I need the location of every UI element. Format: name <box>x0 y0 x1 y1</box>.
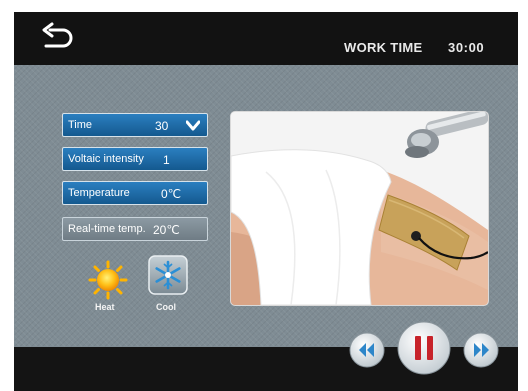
device-screen: WORK TIME 30:00 Time 30 Voltaic intensit… <box>14 12 518 391</box>
pause-icon[interactable] <box>397 321 451 375</box>
realtime-temp-field: Real-time temp. 20℃ <box>62 217 208 241</box>
realtime-temp-label: Real-time temp. <box>68 223 146 235</box>
voltaic-intensity-value: 1 <box>163 153 170 167</box>
time-label: Time <box>68 119 93 131</box>
temperature-value: 0℃ <box>161 187 182 201</box>
time-field[interactable]: Time 30 <box>62 113 208 137</box>
top-bar: WORK TIME 30:00 <box>14 12 518 65</box>
work-time-value: 30:00 <box>448 40 485 55</box>
snowflake-icon[interactable] <box>148 255 188 295</box>
sun-icon[interactable] <box>88 260 128 300</box>
fast-forward-icon[interactable] <box>463 332 499 368</box>
realtime-temp-value: 20℃ <box>153 223 180 237</box>
temperature-field[interactable]: Temperature 0℃ <box>62 181 208 205</box>
heat-label: Heat <box>95 302 115 312</box>
voltaic-intensity-field[interactable]: Voltaic intensity 1 <box>62 147 208 171</box>
time-value: 30 <box>155 119 169 133</box>
rewind-icon[interactable] <box>349 332 385 368</box>
treatment-photo <box>231 112 488 305</box>
voltaic-intensity-label: Voltaic intensity <box>68 153 144 165</box>
chevron-down-icon[interactable] <box>186 120 200 131</box>
cool-label: Cool <box>156 302 176 312</box>
temperature-label: Temperature <box>68 187 130 199</box>
work-time-label: WORK TIME <box>344 40 423 55</box>
back-arrow-icon[interactable] <box>36 22 76 54</box>
